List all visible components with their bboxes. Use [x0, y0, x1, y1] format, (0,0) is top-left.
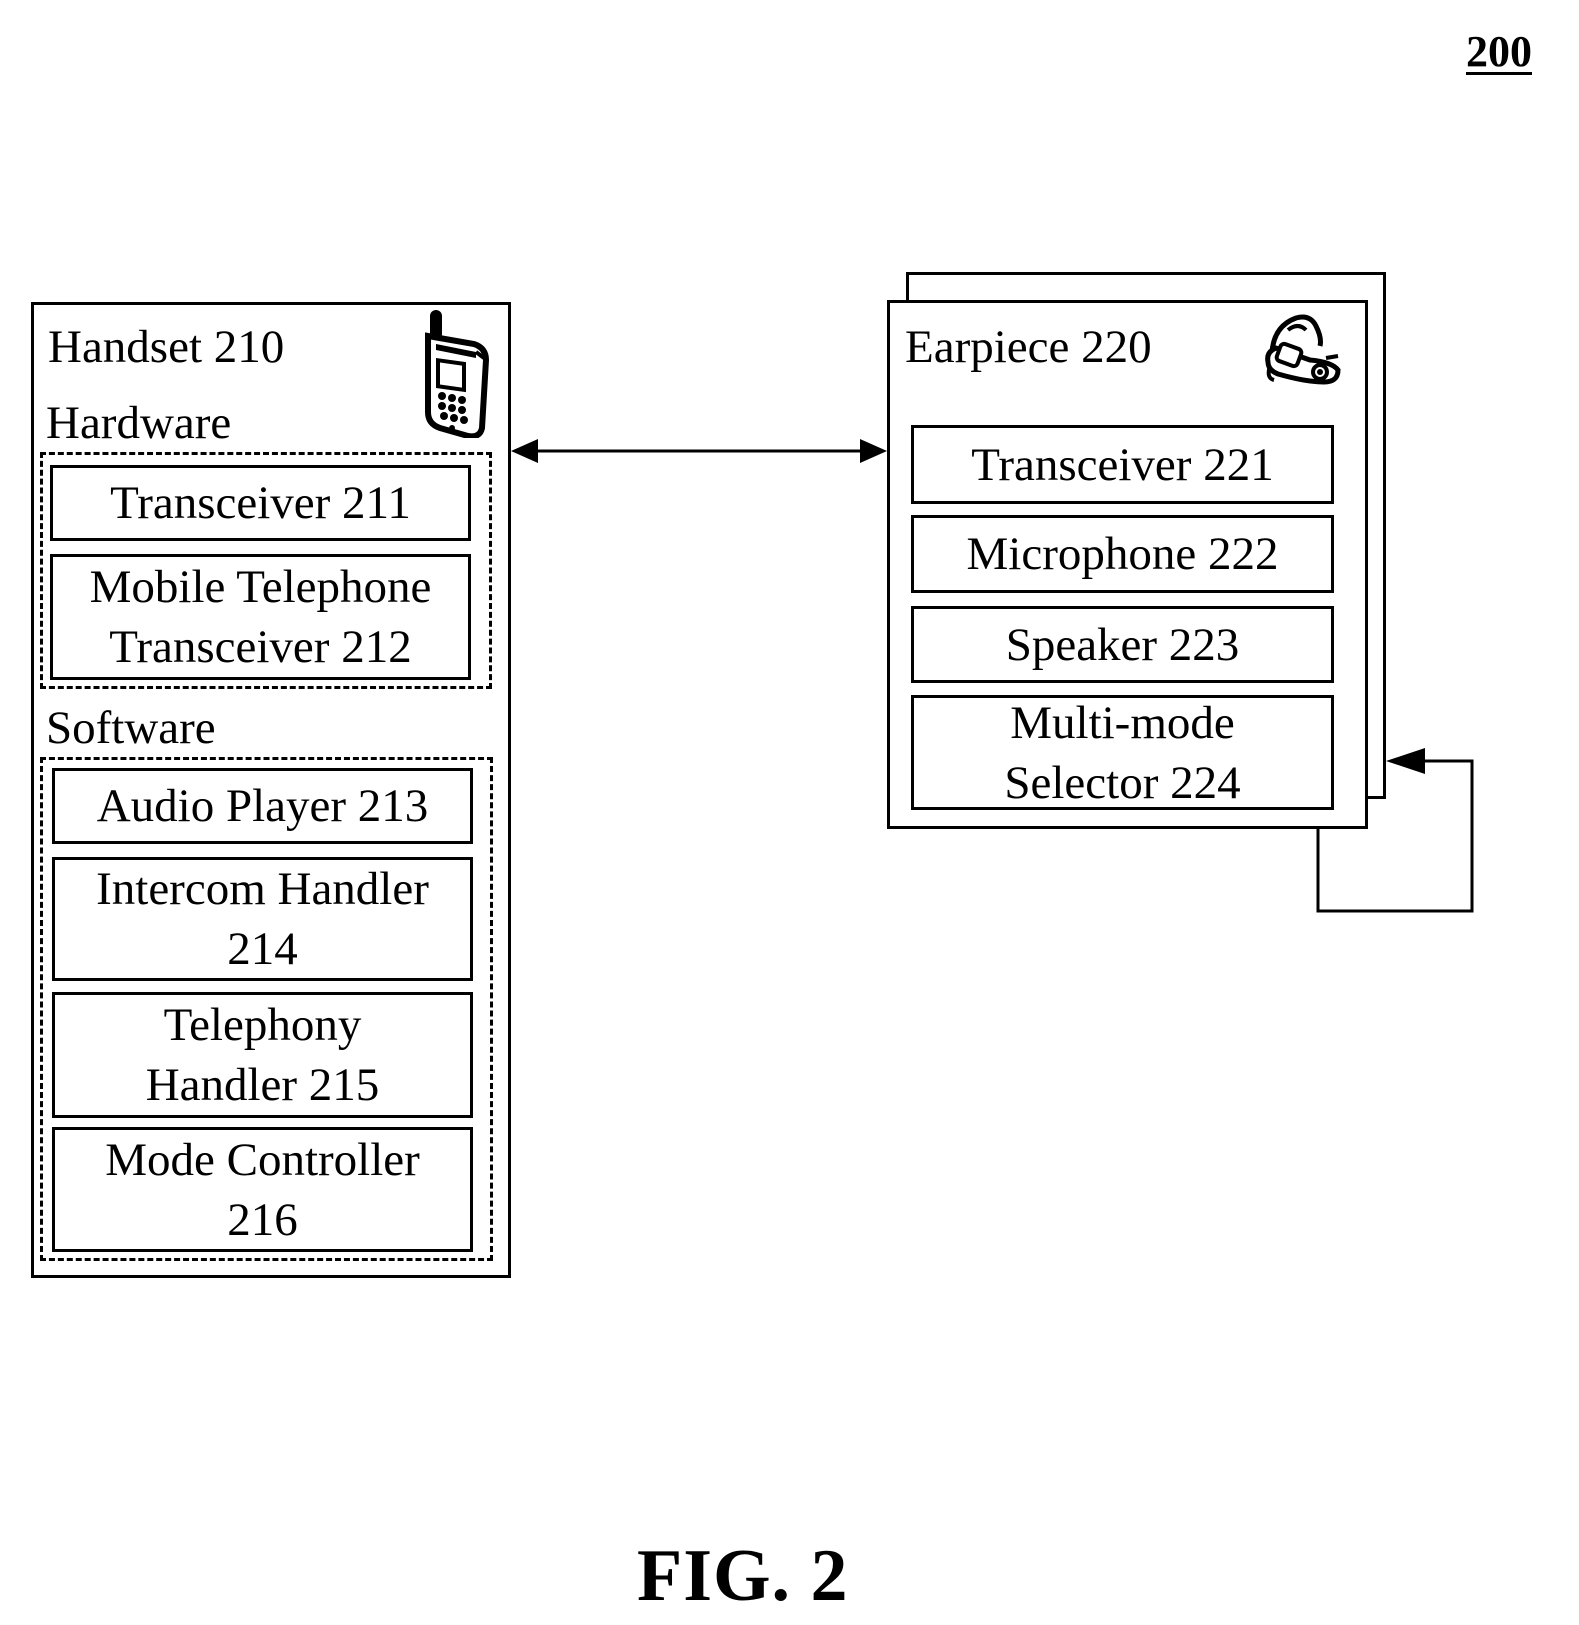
component-label-line2: 216 — [227, 1193, 298, 1246]
component-label-line2: Handler 215 — [145, 1059, 380, 1111]
speaker-223: Speaker 223 — [911, 606, 1334, 683]
component-label: Microphone 222 — [966, 528, 1279, 580]
component-label: Speaker 223 — [1005, 618, 1240, 671]
component-label-line2: Transceiver 212 — [109, 621, 412, 673]
transceiver-221: Transceiver 221 — [911, 425, 1334, 504]
earpiece-title: Earpiece 220 — [905, 321, 1152, 373]
arrowhead-left — [511, 439, 538, 463]
mode-controller-216: Mode Controller 216 — [52, 1127, 473, 1252]
component-label-line1: Mobile Telephone — [89, 561, 432, 613]
arrowhead-right — [860, 439, 887, 463]
microphone-222: Microphone 222 — [911, 515, 1334, 593]
component-label-line1: Multi-mode — [1010, 696, 1235, 749]
figure-number: 200 — [1466, 27, 1532, 76]
component-label: Audio Player 213 — [96, 780, 429, 832]
intercom-handler-214: Intercom Handler 214 — [52, 857, 473, 981]
figure-label: FIG. 2 — [637, 1535, 849, 1617]
multi-mode-selector-224: Multi-mode Selector 224 — [911, 695, 1334, 810]
component-label-line1: Telephony — [163, 999, 362, 1051]
hardware-label: Hardware — [46, 397, 232, 449]
handset-title: Handset 210 — [48, 321, 285, 373]
component-label-line2: 214 — [227, 923, 298, 975]
bluetooth-earpiece-icon — [1265, 314, 1341, 385]
component-label-line2: Selector 224 — [1004, 756, 1241, 809]
transceiver-211: Transceiver 211 — [50, 465, 471, 541]
software-label: Software — [46, 702, 216, 754]
audio-player-213: Audio Player 213 — [52, 768, 473, 844]
telephony-handler-215: Telephony Handler 215 — [52, 992, 473, 1118]
component-label-line1: Intercom Handler — [96, 863, 429, 915]
component-label: Transceiver 211 — [110, 477, 411, 529]
component-label-line1: Mode Controller — [105, 1133, 420, 1186]
component-label: Transceiver 221 — [971, 438, 1274, 491]
bidirectional-arrow — [511, 439, 887, 463]
mobile-telephone-transceiver-212: Mobile Telephone Transceiver 212 — [50, 554, 471, 680]
mobile-phone-icon — [425, 310, 490, 438]
arrowhead-feedback — [1386, 748, 1425, 774]
